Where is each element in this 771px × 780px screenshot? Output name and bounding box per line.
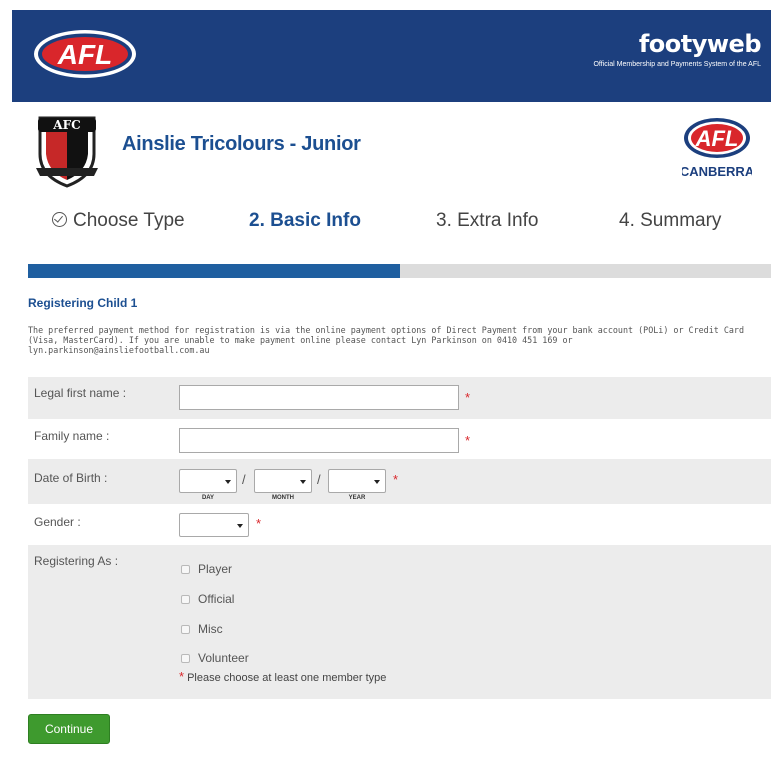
dob-label: Date of Birth : <box>34 471 108 485</box>
chevron-down-icon <box>300 480 306 484</box>
required-mark: * <box>256 516 262 531</box>
afl-logo-icon[interactable]: AFL <box>32 28 138 80</box>
step-label: 4. Summary <box>619 210 722 231</box>
svg-text:AFL: AFL <box>57 39 112 70</box>
first-name-input[interactable] <box>179 385 459 410</box>
member-type-volunteer[interactable]: Volunteer <box>181 651 249 665</box>
chevron-down-icon <box>374 480 380 484</box>
member-type-note: * Please choose at least one member type <box>179 669 386 684</box>
checkbox-label: Player <box>198 562 233 576</box>
required-mark: * <box>465 390 471 405</box>
brand-tagline: Official Membership and Payments System … <box>593 61 761 68</box>
chevron-down-icon <box>237 524 243 528</box>
continue-button[interactable]: Continue <box>28 714 110 744</box>
club-name: Ainslie Tricolours - Junior <box>122 133 361 155</box>
required-mark: * <box>179 669 185 684</box>
month-sublabel: MONTH <box>272 495 294 501</box>
family-name-row: Family name : * <box>28 419 771 459</box>
step-choose-type[interactable]: Choose Type <box>52 210 185 232</box>
member-type-misc[interactable]: Misc <box>181 622 223 636</box>
svg-text:CANBERRA: CANBERRA <box>682 164 752 179</box>
step-indicator: Choose Type 2. Basic Info 3. Extra Info … <box>28 210 771 242</box>
checkbox[interactable] <box>181 624 190 634</box>
site-header: AFL footyweb Official Membership and Pay… <box>12 10 771 102</box>
date-separator: / <box>317 472 321 487</box>
gender-label: Gender : <box>34 515 81 529</box>
step-label: 2. Basic Info <box>249 210 361 231</box>
gender-select[interactable] <box>179 513 249 537</box>
info-line: (Visa, MasterCard). If you are unable to… <box>28 335 573 345</box>
registering-as-label: Registering As : <box>34 554 119 568</box>
svg-text:AFL: AFL <box>695 126 739 151</box>
required-mark: * <box>465 433 471 448</box>
required-mark: * <box>393 472 399 487</box>
checkbox[interactable] <box>181 653 190 663</box>
registration-form: Legal first name : * Family name : * Dat… <box>28 377 771 699</box>
footyweb-brand[interactable]: footyweb Official Membership and Payment… <box>593 30 761 70</box>
dob-row: Date of Birth : / / * DAY MONTH YEAR <box>28 459 771 504</box>
checkbox[interactable] <box>181 564 190 574</box>
first-name-label: Legal first name : <box>34 386 127 400</box>
info-line: The preferred payment method for registr… <box>28 325 744 335</box>
chevron-down-icon <box>225 480 231 484</box>
progress-bar <box>28 264 771 278</box>
gender-row: Gender : * <box>28 504 771 545</box>
club-logo-icon: AFC <box>36 116 98 188</box>
info-line: lyn.parkinson@ainsliefootball.com.au <box>28 345 210 355</box>
checkbox-label: Misc <box>198 622 223 636</box>
payment-info-text: The preferred payment method for registr… <box>28 325 771 355</box>
section-title: Registering Child 1 <box>28 296 138 310</box>
year-sublabel: YEAR <box>348 495 366 501</box>
dob-month-select[interactable] <box>254 469 312 493</box>
step-label: 3. Extra Info <box>436 210 539 231</box>
progress-fill <box>28 264 400 278</box>
family-name-label: Family name : <box>34 429 110 443</box>
svg-text:AFC: AFC <box>52 118 80 132</box>
checkbox-label: Official <box>198 592 235 606</box>
dob-day-select[interactable] <box>179 469 237 493</box>
checkbox[interactable] <box>181 594 190 604</box>
member-type-player[interactable]: Player <box>181 562 232 576</box>
date-separator: / <box>242 472 246 487</box>
brand-name: footyweb <box>638 30 762 58</box>
note-text: Please choose at least one member type <box>187 672 387 684</box>
check-circle-icon <box>52 212 67 227</box>
family-name-input[interactable] <box>179 428 459 453</box>
checkbox-label: Volunteer <box>198 651 249 665</box>
afl-canberra-logo-icon: AFL CANBERRA <box>682 118 752 179</box>
member-type-official[interactable]: Official <box>181 592 234 606</box>
registering-as-row: Registering As : Player Official Misc Vo… <box>28 545 771 699</box>
step-label: Choose Type <box>73 210 185 231</box>
step-summary: 4. Summary <box>619 210 721 232</box>
step-extra-info: 3. Extra Info <box>436 210 538 232</box>
step-basic-info: 2. Basic Info <box>249 210 361 232</box>
first-name-row: Legal first name : * <box>28 377 771 419</box>
dob-year-select[interactable] <box>328 469 386 493</box>
day-sublabel: DAY <box>201 495 215 501</box>
